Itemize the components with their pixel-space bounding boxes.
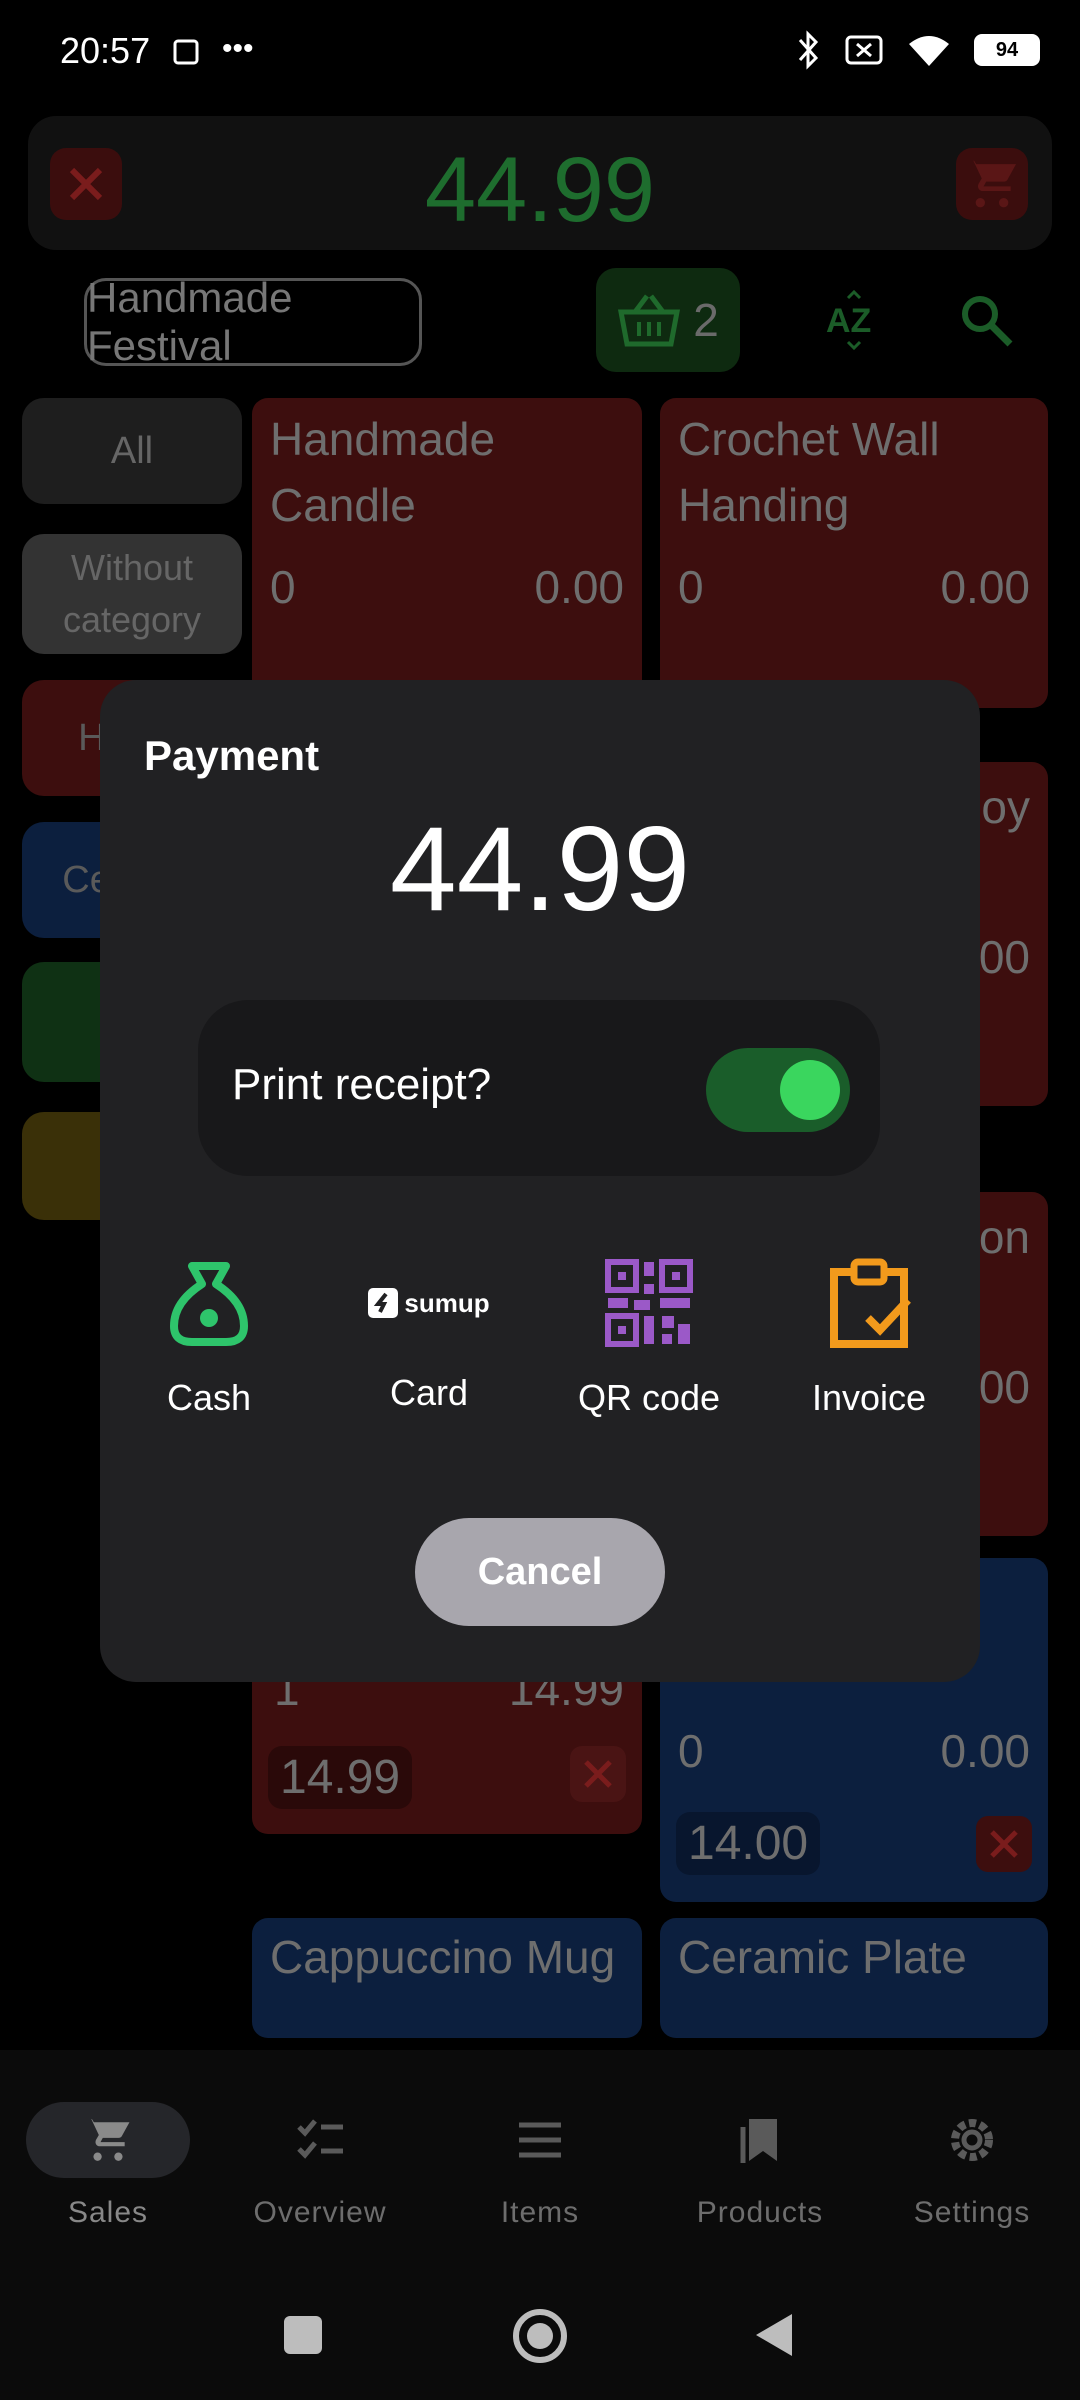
nav-overview[interactable]: Overview bbox=[212, 2102, 428, 2230]
checklist-icon bbox=[297, 2119, 343, 2159]
basket-count: 2 bbox=[693, 294, 719, 346]
search-icon bbox=[962, 296, 1013, 347]
sumup-logo: sumup bbox=[329, 1258, 529, 1348]
event-chip[interactable]: Handmade Festival bbox=[84, 274, 422, 369]
nav-sales[interactable]: Sales bbox=[0, 2102, 216, 2230]
payment-dialog: Payment 44.99 Print receipt? Cash sumup … bbox=[100, 680, 980, 1682]
product-tile-cappuccino[interactable]: Cappuccino Mug bbox=[252, 1918, 642, 2038]
product-sum: 00 bbox=[978, 1361, 1030, 1413]
recents-button[interactable] bbox=[284, 2316, 322, 2354]
pay-option-label: Invoice bbox=[811, 1377, 927, 1418]
nav-label: Overview bbox=[253, 2196, 387, 2229]
nav-label: Settings bbox=[913, 2196, 1031, 2229]
more-dots-icon: ••• bbox=[222, 32, 254, 65]
toggle-knob bbox=[780, 1060, 840, 1120]
cart-icon bbox=[85, 2119, 130, 2161]
nav-settings[interactable]: Settings bbox=[864, 2102, 1080, 2230]
product-name: Handmade Candle bbox=[270, 413, 496, 531]
sort-az-icon: AZ bbox=[826, 289, 871, 351]
top-bar: 44.99 bbox=[28, 116, 1052, 250]
wifi-icon bbox=[909, 36, 949, 66]
category-all[interactable]: All bbox=[22, 398, 242, 504]
system-navigation-bar bbox=[0, 2270, 1080, 2400]
cash-bag-icon bbox=[170, 1262, 248, 1346]
close-icon bbox=[990, 1830, 1018, 1858]
home-button[interactable] bbox=[512, 2308, 568, 2369]
product-tile-candle[interactable]: Handmade Candle 0 0.00 bbox=[252, 398, 642, 718]
cart-button[interactable] bbox=[956, 148, 1028, 220]
print-receipt-row: Print receipt? bbox=[198, 1000, 880, 1176]
print-receipt-toggle[interactable] bbox=[706, 1048, 850, 1132]
dialog-title: Payment bbox=[144, 732, 320, 779]
basket-icon bbox=[618, 294, 681, 347]
pay-option-label: QR code bbox=[577, 1377, 721, 1418]
home-icon bbox=[513, 2309, 567, 2363]
back-button[interactable] bbox=[752, 2312, 796, 2363]
product-tile-crochet[interactable]: Crochet Wall Handing 0 0.00 bbox=[660, 398, 1048, 708]
product-qty: 0 bbox=[270, 561, 296, 613]
pay-cash-button[interactable]: Cash bbox=[109, 1258, 309, 1419]
cart-total: 44.99 bbox=[424, 139, 656, 241]
product-price: 14.00 bbox=[676, 1812, 821, 1875]
sumup-logo-text: sumup bbox=[404, 1287, 490, 1318]
nav-label: Items bbox=[500, 2196, 580, 2229]
clipboard-check-icon bbox=[830, 1258, 911, 1348]
nav-products[interactable]: Products bbox=[652, 2102, 868, 2230]
cancel-button[interactable]: Cancel bbox=[415, 1518, 665, 1626]
basket-button[interactable]: 2 bbox=[596, 268, 740, 372]
screen-icon bbox=[172, 36, 202, 71]
category-without[interactable]: Without category bbox=[22, 534, 242, 654]
gear-icon bbox=[951, 2119, 993, 2161]
remove-item-button[interactable] bbox=[570, 1746, 626, 1802]
nav-items[interactable]: Items bbox=[432, 2102, 648, 2230]
status-time: 20:57 bbox=[60, 30, 151, 71]
product-qty: 0 bbox=[678, 561, 704, 613]
pay-invoice-button[interactable]: Invoice bbox=[769, 1258, 969, 1419]
product-tile-ceramic-plate[interactable]: Ceramic Plate bbox=[660, 1918, 1048, 2038]
print-receipt-label: Print receipt? bbox=[232, 1060, 492, 1109]
qr-code-icon bbox=[605, 1259, 693, 1347]
nav-label: Sales bbox=[67, 2196, 149, 2229]
pay-option-label: Cash bbox=[166, 1377, 252, 1418]
nav-label: Products bbox=[696, 2196, 824, 2229]
product-name: Crochet Wall Handing bbox=[678, 413, 940, 531]
status-icons: 94 bbox=[794, 30, 1040, 70]
bottom-navigation: Sales Overview Items Products Settings bbox=[0, 2050, 1080, 2270]
product-sum: 0.00 bbox=[940, 561, 1030, 613]
status-bar: 20:57 ••• 94 bbox=[0, 0, 1080, 100]
back-icon bbox=[756, 2314, 792, 2356]
no-sim-icon bbox=[845, 35, 883, 65]
nav-active-pill bbox=[26, 2102, 190, 2178]
svg-text:AZ: AZ bbox=[826, 302, 871, 340]
bookmarks-icon bbox=[740, 2119, 777, 2163]
list-icon bbox=[519, 2122, 561, 2158]
remove-item-button[interactable] bbox=[976, 1816, 1032, 1872]
product-name: Ceramic Plate bbox=[678, 1931, 967, 1983]
product-sum: 00 bbox=[978, 931, 1030, 983]
search-button[interactable] bbox=[958, 292, 1014, 353]
product-price: 14.99 bbox=[268, 1746, 413, 1809]
pay-qr-button[interactable]: QR code bbox=[549, 1258, 749, 1419]
pay-card-button[interactable]: sumup Card bbox=[329, 1258, 529, 1414]
battery-indicator: 94 bbox=[974, 34, 1040, 66]
bluetooth-icon bbox=[798, 30, 819, 70]
product-name: Cappuccino Mug bbox=[270, 1931, 616, 1983]
product-sum: 0.00 bbox=[534, 561, 624, 613]
pay-option-label: Card bbox=[389, 1372, 469, 1413]
product-qty: 0 bbox=[678, 1725, 704, 1777]
sort-az-button[interactable]: AZ bbox=[822, 289, 884, 357]
product-name: on bbox=[978, 1211, 1030, 1263]
close-icon bbox=[584, 1760, 612, 1788]
cart-icon bbox=[966, 160, 1017, 208]
product-name: oy bbox=[981, 781, 1030, 833]
product-sum: 0.00 bbox=[940, 1725, 1030, 1777]
payment-amount: 44.99 bbox=[389, 802, 691, 936]
